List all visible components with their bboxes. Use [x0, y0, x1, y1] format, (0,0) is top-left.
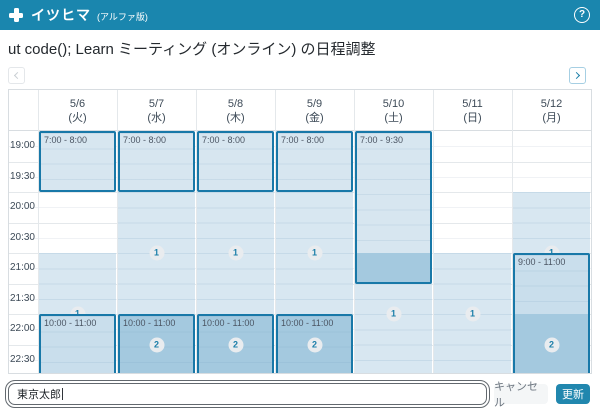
day-header-row: 5/6(火)5/7(水)5/8(木)5/9(金)5/10(土)5/11(日)5/… [9, 90, 591, 131]
selected-slot-time-label: 7:00 - 9:30 [357, 133, 430, 145]
grid-line [275, 90, 276, 131]
selected-slot-time-label: 10:00 - 11:00 [120, 316, 193, 328]
selection-count-badge: 2 [544, 337, 559, 352]
time-label: 19:30 [9, 171, 35, 182]
grid-line [38, 90, 39, 131]
availability-count-badge: 1 [386, 307, 401, 322]
day-column-header: 5/7(水) [117, 90, 196, 131]
day-column-header: 5/6(火) [38, 90, 117, 131]
time-label: 20:00 [9, 201, 35, 212]
day-column-header: 5/11(日) [433, 90, 512, 131]
day-column-header: 5/10(土) [354, 90, 433, 131]
selected-slot-time-label: 7:00 - 8:00 [120, 133, 193, 145]
availability-count-badge: 1 [149, 246, 164, 261]
cancel-button[interactable]: キャンセル [494, 384, 548, 404]
alpha-version-tag: (アルファ版) [97, 10, 148, 23]
app-brand: イツヒマ [31, 5, 91, 25]
availability-count-badge: 1 [228, 246, 243, 261]
selected-slot[interactable]: 7:00 - 8:00 [118, 131, 195, 192]
selected-slot-time-label: 10:00 - 11:00 [278, 316, 351, 328]
selected-slot-time-label: 7:00 - 8:00 [199, 133, 272, 145]
selected-slot[interactable]: 7:00 - 8:00 [39, 131, 116, 192]
selected-slot-time-label: 7:00 - 8:00 [41, 133, 114, 145]
chevron-right-icon [573, 72, 580, 79]
selected-slot-time-label: 9:00 - 11:00 [515, 255, 588, 267]
selection-count-badge: 2 [307, 337, 322, 352]
selected-slot-time-label: 10:00 - 11:00 [199, 316, 272, 328]
chevron-left-icon [14, 72, 21, 79]
day-column-header: 5/8(木) [196, 90, 275, 131]
selected-slot-time-label: 10:00 - 11:00 [41, 316, 114, 328]
grid-line [512, 90, 513, 131]
grid-line [591, 90, 592, 131]
day-column-header: 5/9(金) [275, 90, 354, 131]
update-button[interactable]: 更新 [556, 384, 590, 404]
grid-line [117, 90, 118, 131]
page-title: ut code(); Learn ミーティング (オンライン) の日程調整 [8, 38, 376, 59]
respondent-name-value: 東京太郎 [17, 386, 61, 402]
time-label: 21:00 [9, 262, 35, 273]
schedule-grid: 5/6(火)5/7(水)5/8(木)5/9(金)5/10(土)5/11(日)5/… [8, 89, 592, 374]
app-logo-icon [9, 8, 23, 22]
time-label: 20:30 [9, 232, 35, 243]
text-cursor [62, 388, 63, 400]
help-icon[interactable]: ? [574, 7, 590, 23]
availability-count-badge: 1 [307, 246, 322, 261]
grid-line [433, 90, 434, 131]
app-header: イツヒマ (アルファ版) ? [0, 0, 600, 30]
grid-line [354, 90, 355, 131]
selected-slot[interactable]: 7:00 - 8:00 [276, 131, 353, 192]
overlap-shade [357, 253, 430, 282]
time-label: 21:30 [9, 293, 35, 304]
selection-count-badge: 2 [149, 337, 164, 352]
availability-count-badge: 1 [465, 307, 480, 322]
next-week-button[interactable] [569, 67, 586, 84]
selected-slot[interactable]: 7:00 - 8:00 [197, 131, 274, 192]
selected-slot-time-label: 7:00 - 8:00 [278, 133, 351, 145]
grid-line [196, 90, 197, 131]
respondent-name-input[interactable]: 東京太郎 [8, 383, 487, 405]
time-label: 19:00 [9, 140, 35, 151]
time-label: 22:00 [9, 323, 35, 334]
selected-slot[interactable]: 9:00 - 11:00 [513, 253, 590, 374]
schedule-grid-body[interactable]: 19:00 19:30 20:00 20:30 21:00 21:30 22:00 22:30… [9, 131, 591, 374]
selected-slot[interactable]: 7:00 - 9:30 [355, 131, 432, 284]
day-column-header: 5/12(月) [512, 90, 591, 131]
prev-week-button[interactable] [8, 67, 25, 84]
selection-count-badge: 2 [228, 337, 243, 352]
time-label: 22:30 [9, 354, 35, 365]
selected-slot[interactable]: 10:00 - 11:00 [39, 314, 116, 374]
